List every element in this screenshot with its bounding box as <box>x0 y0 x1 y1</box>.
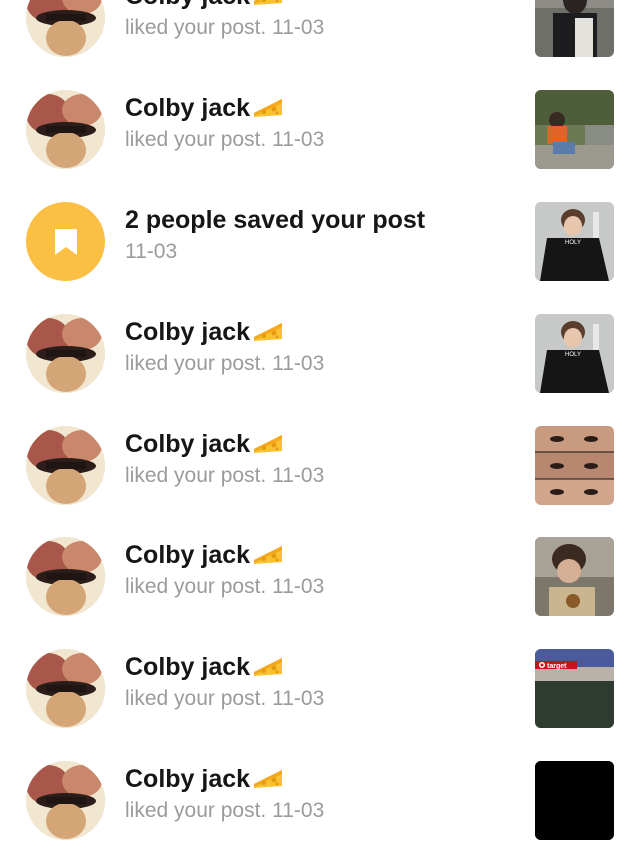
cheese-icon <box>254 546 283 564</box>
timestamp: 11-03 <box>272 799 325 822</box>
notification-meta: liked your post. 11-03 <box>125 687 325 710</box>
notification-row[interactable]: Colby jack liked your post. 11-03 HOLY <box>0 308 640 398</box>
cheese-icon <box>254 658 283 676</box>
notification-row[interactable]: Colby jack liked your post. 11-03 <box>0 420 640 510</box>
notifications-list: Colby jack liked your post. 11-03 <box>0 0 640 856</box>
notification-text: Colby jack liked your post. 11-03 <box>125 763 505 826</box>
user-name[interactable]: Colby jack <box>125 763 505 795</box>
timestamp: 11-03 <box>272 575 325 598</box>
avatar[interactable] <box>26 649 105 728</box>
notification-row[interactable]: Colby jack liked your post. 11-03 <box>0 755 640 845</box>
post-thumbnail[interactable] <box>535 537 614 616</box>
notification-row[interactable]: Colby jack liked your post. 11-03 <box>0 531 640 621</box>
timestamp: 11-03 <box>272 16 325 39</box>
notification-row[interactable]: Colby jack liked your post. 11-03 target <box>0 643 640 733</box>
user-name[interactable]: Colby jack <box>125 539 505 571</box>
saved-title: 2 people saved your post <box>125 206 426 234</box>
notification-text: Colby jack liked your post. 11-03 <box>125 539 505 602</box>
avatar[interactable] <box>26 761 105 840</box>
target-sign-text: target <box>547 663 567 670</box>
avatar[interactable] <box>26 537 105 616</box>
bookmark-icon-badge[interactable] <box>26 202 105 281</box>
notification-meta: liked your post. 11-03 <box>125 128 325 151</box>
notification-text: Colby jack liked your post. 11-03 <box>125 651 505 714</box>
cheese-icon <box>254 99 283 117</box>
post-thumbnail[interactable] <box>535 0 614 57</box>
timestamp: 11-03 <box>272 464 325 487</box>
post-thumbnail[interactable]: HOLY <box>535 202 614 281</box>
notification-meta: liked your post. 11-03 <box>125 352 325 375</box>
timestamp: 11-03 <box>272 128 325 151</box>
avatar[interactable] <box>26 0 105 57</box>
avatar[interactable] <box>26 426 105 505</box>
notification-text: Colby jack liked your post. 11-03 <box>125 428 505 491</box>
user-name[interactable]: Colby jack <box>125 651 505 683</box>
user-name[interactable]: Colby jack <box>125 0 505 12</box>
cheese-icon <box>254 0 283 5</box>
notification-meta: liked your post. 11-03 <box>125 575 325 598</box>
bookmark-icon <box>54 228 77 255</box>
post-thumbnail[interactable] <box>535 761 614 840</box>
notification-row-saved[interactable]: 2 people saved your post 11-03 HOLY <box>0 196 640 286</box>
timestamp: 11-03 <box>272 352 325 375</box>
avatar[interactable] <box>26 90 105 169</box>
notification-text: 2 people saved your post 11-03 <box>125 204 505 267</box>
cheese-icon <box>254 770 283 788</box>
post-thumbnail[interactable]: HOLY <box>535 314 614 393</box>
holy-shirt-text: HOLY <box>565 240 581 246</box>
user-name[interactable]: Colby jack <box>125 428 505 460</box>
cheese-icon <box>254 435 283 453</box>
timestamp: 11-03 <box>125 240 178 263</box>
notification-row[interactable]: Colby jack liked your post. 11-03 <box>0 0 640 62</box>
notification-meta: liked your post. 11-03 <box>125 464 325 487</box>
notification-meta: liked your post. 11-03 <box>125 799 325 822</box>
avatar[interactable] <box>26 314 105 393</box>
notification-meta: liked your post. 11-03 <box>125 16 325 39</box>
cheese-icon <box>254 323 283 341</box>
notification-row[interactable]: Colby jack liked your post. 11-03 <box>0 84 640 174</box>
notification-text: Colby jack liked your post. 11-03 <box>125 0 505 43</box>
notification-text: Colby jack liked your post. 11-03 <box>125 316 505 379</box>
post-thumbnail[interactable] <box>535 90 614 169</box>
post-thumbnail[interactable]: target <box>535 649 614 728</box>
user-name[interactable]: Colby jack <box>125 92 505 124</box>
holy-shirt-text: HOLY <box>565 352 581 358</box>
post-thumbnail[interactable] <box>535 426 614 505</box>
timestamp: 11-03 <box>272 687 325 710</box>
user-name[interactable]: Colby jack <box>125 316 505 348</box>
notification-text: Colby jack liked your post. 11-03 <box>125 92 505 155</box>
